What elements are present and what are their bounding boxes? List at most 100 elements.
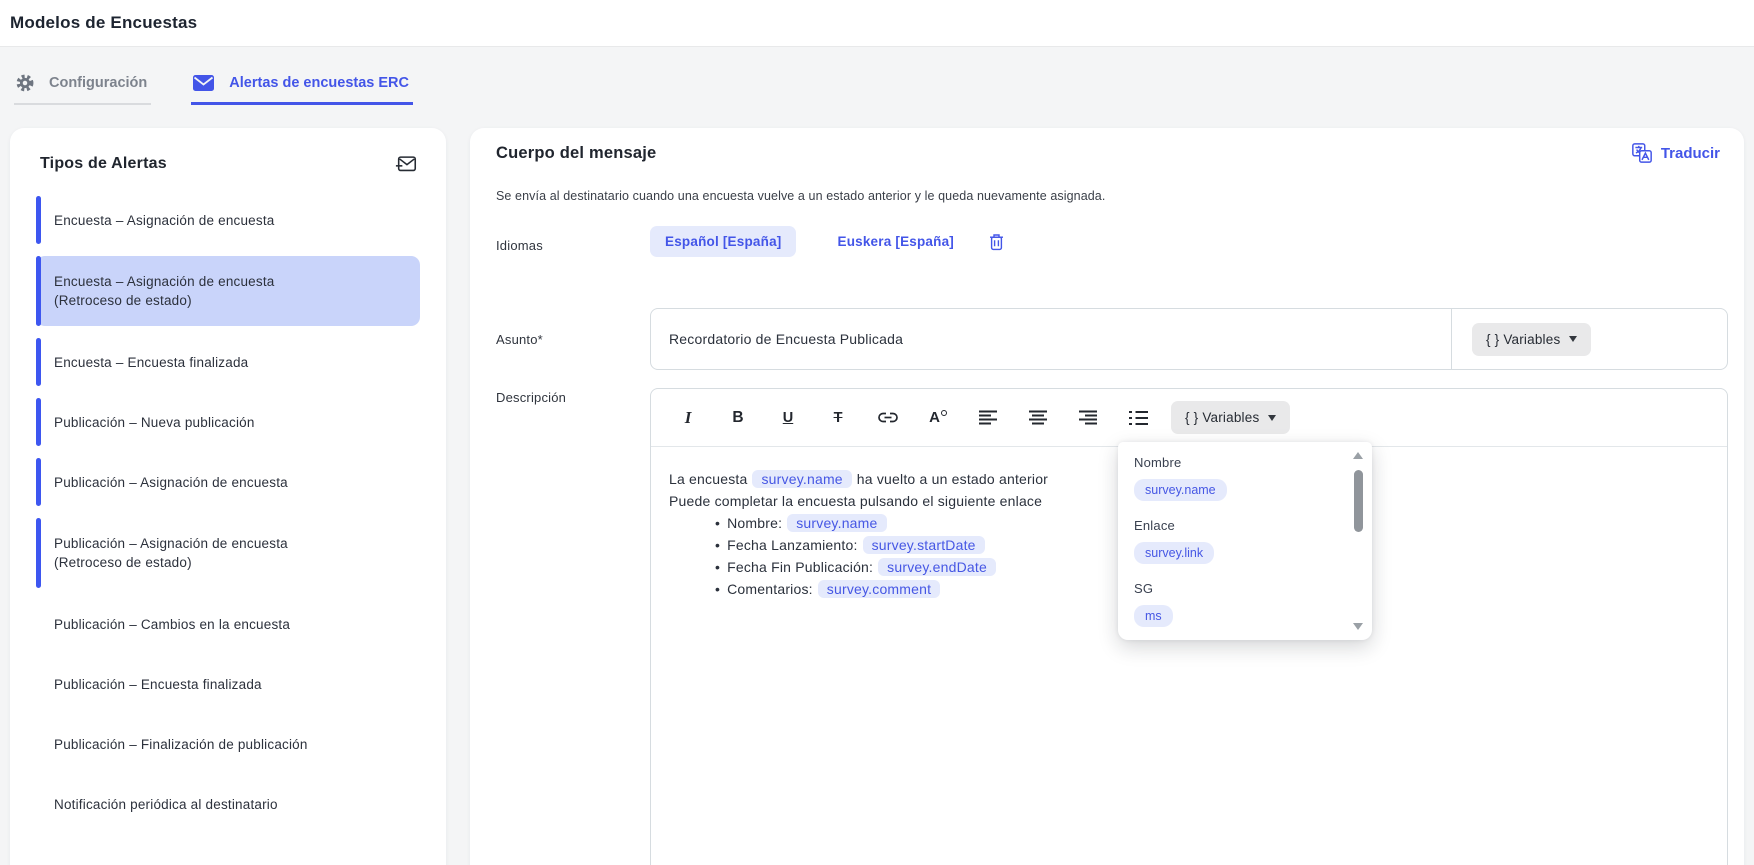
variable-option-chip[interactable]: survey.name	[1134, 479, 1227, 501]
asunto-label: Asunto*	[496, 332, 543, 347]
message-body-panel: Cuerpo del mensaje Traducir Se envía al …	[470, 128, 1744, 865]
alert-type-item[interactable]: Publicación – Nueva publicación	[36, 398, 420, 446]
bullet-dot: •	[715, 515, 720, 531]
accent-bar	[36, 196, 41, 244]
variable-chip: survey.name	[787, 514, 886, 532]
variables-group: Nombresurvey.name	[1134, 455, 1356, 501]
scroll-down-icon[interactable]	[1353, 623, 1363, 630]
alert-type-item[interactable]: Publicación – Asignación de encuesta(Ret…	[36, 518, 420, 588]
alert-item-line: Publicación – Cambios en la encuesta	[54, 615, 290, 634]
bullet-label: Comentarios:	[727, 581, 813, 597]
alert-item-text: Publicación – Encuesta finalizada	[54, 675, 262, 694]
alert-item-text: Encuesta – Encuesta finalizada	[54, 353, 248, 372]
align-left-icon[interactable]	[963, 401, 1013, 435]
bullet-dot: •	[715, 581, 720, 597]
language-chip-euskera[interactable]: Euskera [España]	[822, 226, 969, 257]
screen: Modelos de Encuestas Configuración Alert…	[0, 0, 1754, 865]
alert-item-line: (Retroceso de estado)	[54, 553, 288, 572]
alert-item-text: Publicación – Finalización de publicació…	[54, 735, 308, 754]
variable-chip: survey.name	[752, 470, 851, 488]
asunto-variables-cell: { } Variables	[1451, 309, 1727, 369]
bullet-label: Fecha Lanzamiento:	[727, 537, 857, 553]
tab-label: Configuración	[49, 75, 147, 91]
editor-toolbar: IBUT A { } Variables	[651, 389, 1727, 447]
link-icon[interactable]	[863, 401, 913, 435]
bullet-list-icon[interactable]	[1113, 401, 1163, 435]
alert-item-line: Notificación periódica al destinatario	[54, 795, 278, 814]
alert-item-text: Encuesta – Asignación de encuesta(Retroc…	[54, 272, 275, 310]
alert-type-item[interactable]: Encuesta – Asignación de encuesta(Retroc…	[36, 256, 420, 326]
alert-item-line: Publicación – Nueva publicación	[54, 413, 255, 432]
mail-icon	[193, 75, 214, 91]
accent-bar	[36, 398, 41, 446]
variables-group-name: Enlace	[1134, 518, 1356, 533]
page-title: Modelos de Encuestas	[10, 13, 197, 33]
asunto-input[interactable]: Recordatorio de Encuesta Publicada	[651, 309, 1451, 369]
bold-icon[interactable]: B	[713, 401, 763, 435]
tab-configuracion[interactable]: Configuración	[14, 74, 151, 105]
variable-option-chip[interactable]: ms	[1134, 605, 1173, 627]
alert-item-line: (Retroceso de estado)	[54, 291, 275, 310]
idiomas-label: Idiomas	[496, 238, 543, 253]
variables-group-name: SG	[1134, 581, 1356, 596]
variable-option-chip[interactable]: survey.link	[1134, 542, 1214, 564]
alert-type-list: Encuesta – Asignación de encuesta Encues…	[34, 196, 422, 828]
align-right-icon[interactable]	[1063, 401, 1113, 435]
alert-item-line: Encuesta – Encuesta finalizada	[54, 353, 248, 372]
scrollbar-thumb[interactable]	[1354, 470, 1363, 532]
alert-item-text: Encuesta – Asignación de encuesta	[54, 211, 275, 230]
translate-icon	[1631, 142, 1653, 164]
alert-type-item[interactable]: Notificación periódica al destinatario	[36, 780, 420, 828]
alert-type-item[interactable]: Encuesta – Asignación de encuesta	[36, 196, 420, 244]
alert-item-text: Publicación – Asignación de encuesta	[54, 473, 288, 492]
alert-types-title: Tipos de Alertas	[40, 155, 167, 173]
dropdown-scrollbar[interactable]	[1353, 448, 1364, 634]
alert-item-text: Notificación periódica al destinatario	[54, 795, 278, 814]
accent-bar	[36, 458, 41, 506]
alert-item-line: Publicación – Asignación de encuesta	[54, 473, 288, 492]
underline-icon[interactable]: U	[763, 401, 813, 435]
accent-bar	[36, 518, 41, 588]
delete-language-button[interactable]	[989, 233, 1004, 251]
alert-item-line: Publicación – Asignación de encuesta	[54, 534, 288, 553]
language-chip-espanol[interactable]: Español [España]	[650, 226, 796, 257]
editor-variables-button[interactable]: { } Variables	[1171, 401, 1290, 434]
translate-button[interactable]: Traducir	[1631, 142, 1720, 164]
descripcion-label: Descripción	[496, 390, 566, 405]
alert-type-item[interactable]: Publicación – Finalización de publicació…	[36, 720, 420, 768]
alert-type-item[interactable]: Encuesta – Encuesta finalizada	[36, 338, 420, 386]
message-body-title: Cuerpo del mensaje	[496, 144, 1720, 163]
align-center-icon[interactable]	[1013, 401, 1063, 435]
translate-label: Traducir	[1661, 145, 1720, 162]
alert-type-item[interactable]: Publicación – Encuesta finalizada	[36, 660, 420, 708]
alert-item-text: Publicación – Asignación de encuesta(Ret…	[54, 534, 288, 572]
bullet-dot: •	[715, 559, 720, 575]
language-chips-row: Español [España] Euskera [España]	[650, 226, 1004, 257]
chevron-down-icon	[1569, 336, 1577, 342]
strikethrough-icon[interactable]: T	[813, 401, 863, 435]
asunto-variables-button[interactable]: { } Variables	[1472, 323, 1591, 356]
chevron-down-icon	[1268, 415, 1276, 421]
bullet-dot: •	[715, 537, 720, 553]
mail-forward-icon[interactable]	[395, 154, 418, 174]
scroll-up-icon[interactable]	[1353, 452, 1363, 459]
variable-chip: survey.endDate	[878, 558, 996, 576]
alert-type-item[interactable]: Publicación – Asignación de encuesta	[36, 458, 420, 506]
italic-icon[interactable]: I	[663, 401, 713, 435]
gear-icon	[16, 74, 34, 92]
alert-item-line: Encuesta – Asignación de encuesta	[54, 272, 275, 291]
alert-types-header: Tipos de Alertas	[34, 154, 422, 174]
alert-item-line: Publicación – Encuesta finalizada	[54, 675, 262, 694]
tab-alertas-erc[interactable]: Alertas de encuestas ERC	[191, 74, 413, 105]
variables-group: SG ms	[1134, 581, 1356, 627]
variable-chip: survey.comment	[818, 580, 940, 598]
variables-group: Enlace survey.link	[1134, 518, 1356, 564]
alert-type-item[interactable]: Publicación – Cambios en la encuesta	[36, 600, 420, 648]
alert-item-line: Encuesta – Asignación de encuesta	[54, 211, 275, 230]
page-header: Modelos de Encuestas	[0, 0, 1754, 47]
tab-label: Alertas de encuestas ERC	[229, 75, 409, 91]
bullet-label: Fecha Fin Publicación:	[727, 559, 873, 575]
asunto-field-group: Recordatorio de Encuesta Publicada { } V…	[650, 308, 1728, 370]
accent-bar	[36, 338, 41, 386]
font-color-icon[interactable]: A	[913, 401, 963, 435]
